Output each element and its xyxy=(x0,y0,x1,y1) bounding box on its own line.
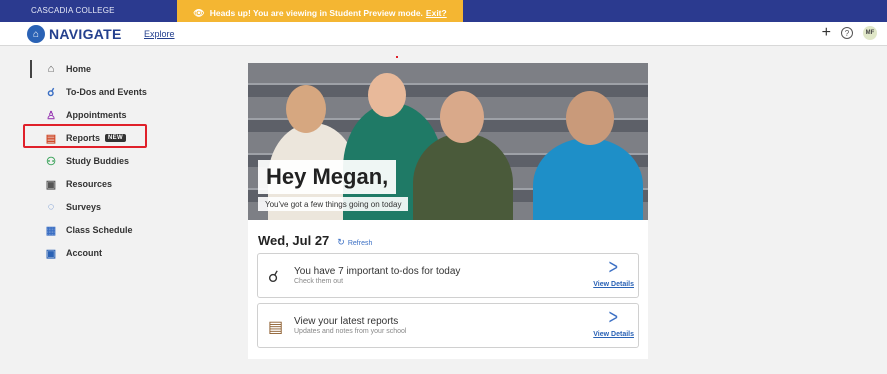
hero-image: Hey Megan, You've got a few things going… xyxy=(248,63,648,220)
active-indicator xyxy=(30,60,32,78)
exit-preview-link[interactable]: Exit? xyxy=(426,8,447,18)
todo-icon: ☌ xyxy=(47,86,55,99)
sidebar-item-study-buddies[interactable]: ⚇ Study Buddies xyxy=(44,152,129,170)
reports-highlight-annotation xyxy=(23,124,147,148)
plus-icon[interactable]: + xyxy=(822,25,831,41)
today-date: Wed, Jul 27 xyxy=(258,233,330,248)
todo-icon: ☌ xyxy=(268,269,279,286)
dashboard-card: Hey Megan, You've got a few things going… xyxy=(248,63,648,359)
sidebar-item-home[interactable]: ⌂ Home xyxy=(44,60,91,78)
home-icon: ⌂ xyxy=(47,63,55,75)
help-icon[interactable]: ? xyxy=(841,27,853,39)
survey-icon: ◌ xyxy=(47,201,55,213)
card-subtitle: Updates and notes from your school xyxy=(294,328,407,335)
refresh-button[interactable]: ↻ Refresh xyxy=(337,237,372,248)
refresh-icon: ↻ xyxy=(337,237,345,247)
resources-icon: ▣ xyxy=(45,178,57,191)
card-title: View your latest reports xyxy=(294,316,399,327)
person-icon: ♙ xyxy=(46,109,56,122)
sidebar-item-label: Surveys xyxy=(66,202,102,212)
greeting-heading: Hey Megan, xyxy=(258,160,397,194)
greeting-subtitle: You've got a few things going on today xyxy=(258,197,409,211)
view-details-link[interactable]: View Details xyxy=(593,331,634,338)
sidebar-item-todos[interactable]: ☌ To-Dos and Events xyxy=(44,83,147,101)
sidebar-item-label: Home xyxy=(66,64,92,74)
sidebar-item-class-schedule[interactable]: ▦ Class Schedule xyxy=(44,221,133,239)
card-subtitle: Check them out xyxy=(294,278,344,285)
avatar[interactable]: MF xyxy=(863,26,877,40)
annotation-dot xyxy=(396,56,398,58)
sidebar-item-surveys[interactable]: ◌ Surveys xyxy=(44,198,101,216)
explore-link[interactable]: Explore xyxy=(144,29,175,39)
sidebar-item-resources[interactable]: ▣ Resources xyxy=(44,175,112,193)
sidebar-item-appointments[interactable]: ♙ Appointments xyxy=(44,106,127,124)
sidebar-item-label: Resources xyxy=(66,179,113,189)
sidebar-item-label: To-Dos and Events xyxy=(66,87,147,97)
sidebar-item-label: Account xyxy=(66,248,102,258)
navigate-logo[interactable]: ⌂ NAVIGATE xyxy=(27,25,122,43)
preview-banner-text: Heads up! You are viewing in Student Pre… xyxy=(209,8,423,18)
report-icon: ▤ xyxy=(268,319,284,336)
chevron-right-icon[interactable]: > xyxy=(609,307,618,330)
card-title: You have 7 important to-dos for today xyxy=(294,266,461,277)
sidebar-item-label: Class Schedule xyxy=(66,225,133,235)
buddies-icon: ⚇ xyxy=(46,155,56,168)
account-icon: ▣ xyxy=(45,247,57,260)
sidebar-item-label: Study Buddies xyxy=(66,156,130,166)
refresh-label: Refresh xyxy=(347,240,373,247)
sidebar-item-label: Appointments xyxy=(66,110,127,120)
chevron-right-icon[interactable]: > xyxy=(609,257,618,280)
view-details-link[interactable]: View Details xyxy=(593,281,634,288)
reports-summary-card[interactable]: ▤ View your latest reports Updates and n… xyxy=(257,303,639,348)
todos-summary-card[interactable]: ☌ You have 7 important to-dos for today … xyxy=(257,253,639,298)
college-building-icon: ⌂ xyxy=(27,25,45,43)
main-navbar: ⌂ NAVIGATE Explore + ? MF xyxy=(0,22,887,46)
schedule-icon: ▦ xyxy=(45,224,57,237)
sidebar-item-account[interactable]: ▣ Account xyxy=(44,244,102,262)
date-row: Wed, Jul 27 ↻ Refresh xyxy=(258,233,372,248)
college-name: CASCADIA COLLEGE xyxy=(31,6,115,15)
eye-icon: 👁 xyxy=(193,7,205,18)
brand-name: NAVIGATE xyxy=(49,26,122,42)
